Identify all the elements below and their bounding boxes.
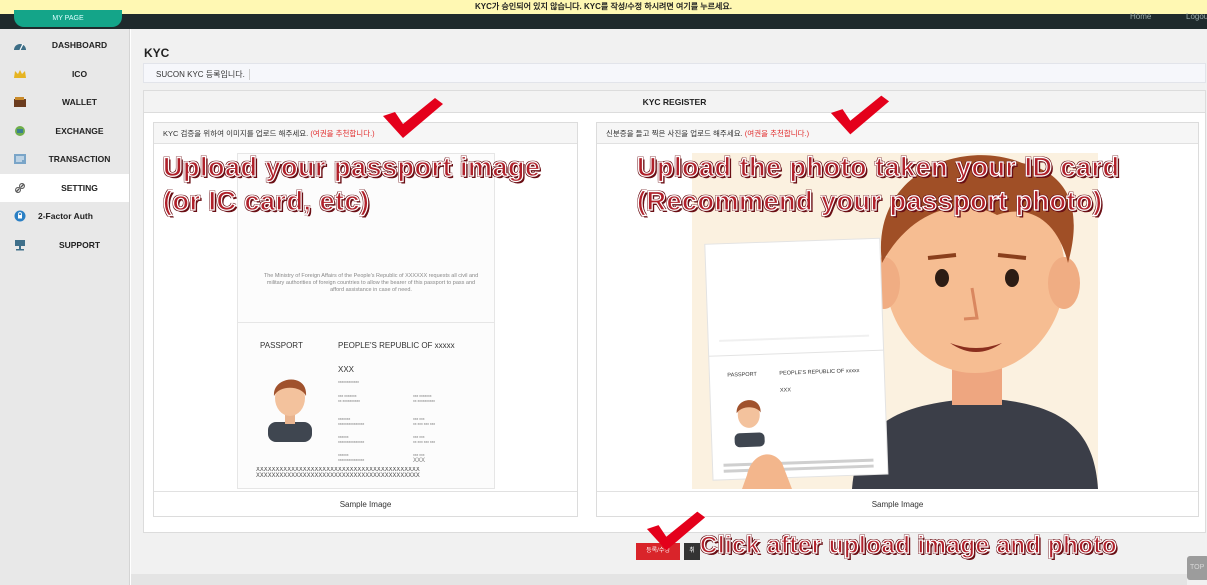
passport-field: xx xxxxxxxxxx: [413, 399, 435, 403]
page-title: KYC: [144, 46, 170, 60]
scroll-top-button[interactable]: TOP: [1187, 556, 1207, 580]
instruction-text: KYC 검증을 위하여 이미지를 업로드 해주세요.: [163, 129, 311, 138]
sidebar-item-label: DASHBOARD: [51, 40, 108, 51]
breadcrumb: SUCON KYC 등록입니다.: [143, 63, 1206, 83]
sidebar-item-label: WALLET: [62, 97, 97, 108]
instruction-text: 신분증을 들고 찍은 사진을 업로드 해주세요.: [606, 129, 745, 138]
crown-icon: [12, 67, 27, 80]
passport-label: PASSPORT: [260, 341, 303, 350]
mrz-line: XXXXXXXXXXXXXXXXXXXXXXXXXXXXXXXXXXXXXXXX…: [256, 472, 420, 479]
kyc-notice-bar[interactable]: KYC가 승인되어 있지 않습니다. KYC를 작성/수정 하시려면 여기를 누…: [0, 0, 1207, 14]
passport-field: xxxxxxxxxxxxxxx: [338, 458, 365, 462]
passport-field: xxxxxxxxxxxxxxx: [338, 440, 365, 444]
svg-text:PASSPORT: PASSPORT: [727, 372, 757, 379]
svg-text:XXX: XXX: [780, 387, 792, 393]
support-icon: [12, 238, 27, 251]
sidebar-item-2fa[interactable]: 2-Factor Auth: [0, 202, 129, 231]
passport-field: xxx xxx: [413, 417, 425, 421]
recommend-note: (여권을 추천합니다.): [310, 129, 375, 138]
link-icon: [12, 181, 27, 194]
passport-name: XXX: [338, 365, 355, 374]
passport-mrz: XXXXXXXXXXXXXXXXXXXXXXXXXXXXXXXXXXXXXXXX…: [256, 467, 484, 479]
logout-link[interactable]: Logout: [1186, 12, 1207, 21]
transaction-icon: [12, 153, 27, 166]
checkmark-icon: [830, 95, 890, 135]
sidebar-item-transaction[interactable]: TRANSACTION: [0, 145, 129, 174]
passport-field: xxx xxxxxxx: [413, 394, 432, 398]
divider: [238, 322, 494, 323]
passport-field: xx xxx xxx xxx: [413, 440, 436, 444]
recommend-note: (여권을 추천합니다.): [744, 129, 810, 138]
passport-field: XXX: [413, 458, 426, 464]
passport-field: xxxxxxxxxxxxxxx: [338, 422, 365, 426]
mypage-button[interactable]: MY PAGE: [14, 10, 122, 27]
dashboard-icon: [12, 39, 27, 52]
wallet-icon: [12, 96, 27, 109]
annotation-upload-passport: Upload your passport image: [162, 151, 541, 182]
passport-field: xxx xxxxxxx: [338, 394, 357, 398]
sidebar-item-dashboard[interactable]: DASHBOARD: [0, 31, 129, 60]
sidebar-item-exchange[interactable]: EXCHANGE: [0, 117, 129, 146]
sidebar: DASHBOARD ICO WALLET EXCHANGE TRANSACTIO…: [0, 29, 130, 585]
kyc-page: KYC가 승인되어 있지 않습니다. KYC를 작성/수정 하시려면 여기를 누…: [0, 0, 1207, 585]
passport-ministry-text: The Ministry of Foreign Affairs of the P…: [263, 273, 479, 293]
passport-country: PEOPLE'S REPUBLIC OF xxxxx: [338, 341, 455, 350]
annotation-ic-card: (or IC card, etc): [162, 185, 370, 216]
passport-field: xxxxxx: [338, 435, 349, 439]
sidebar-item-label: EXCHANGE: [55, 125, 104, 136]
passport-field: xxxxxxx: [338, 417, 351, 421]
panel-title: KYC REGISTER: [144, 91, 1205, 113]
sidebar-item-label: SUPPORT: [58, 239, 101, 250]
checkmark-icon: [383, 98, 443, 138]
annotation-upload-id-photo: Upload the photo taken your ID card: [636, 151, 1120, 182]
passport-photo: [268, 379, 312, 442]
sidebar-item-support[interactable]: SUPPORT: [0, 231, 129, 260]
sidebar-item-wallet[interactable]: WALLET: [0, 88, 129, 117]
passport-field: xx xxxxxxxxxx: [338, 399, 360, 403]
passport-field: xxxxxx: [338, 453, 349, 457]
main-content: KYC SUCON KYC 등록입니다. KYC REGISTER KYC 검증…: [131, 29, 1207, 585]
passport-field: xx xxx xxx xxx: [413, 422, 436, 426]
sidebar-item-label: SETTING: [61, 182, 98, 193]
upload-instruction: KYC 검증을 위하여 이미지를 업로드 해주세요. (여권을 추천합니다.): [154, 123, 577, 144]
annotation-click-submit: Click after upload image and photo: [699, 531, 1118, 559]
lock-icon: [12, 210, 27, 223]
sidebar-item-label: TRANSACTION: [48, 154, 111, 165]
sidebar-item-label: ICO: [71, 68, 88, 79]
passport-field: xxx xxx: [413, 435, 425, 439]
annotation-recommend-passport: (Recommend your passport photo): [636, 185, 1103, 216]
page-subtitle: SUCON KYC 등록입니다.: [156, 69, 250, 80]
upload-instruction: 신분증을 들고 찍은 사진을 업로드 해주세요. (여권을 추천합니다.): [597, 123, 1198, 144]
home-link[interactable]: Home: [1130, 12, 1151, 21]
exchange-icon: [12, 124, 27, 137]
sidebar-item-ico[interactable]: ICO: [0, 60, 129, 89]
passport-field: xxxxxxxxxxxx: [338, 380, 359, 384]
footer-strip: [131, 574, 1187, 585]
passport-field: xxx xxx: [413, 453, 425, 457]
sidebar-item-label: 2-Factor Auth: [38, 211, 93, 222]
sample-image-label: Sample Image: [154, 491, 577, 516]
checkmark-icon: [646, 511, 706, 551]
sidebar-item-setting[interactable]: SETTING: [0, 173, 129, 202]
